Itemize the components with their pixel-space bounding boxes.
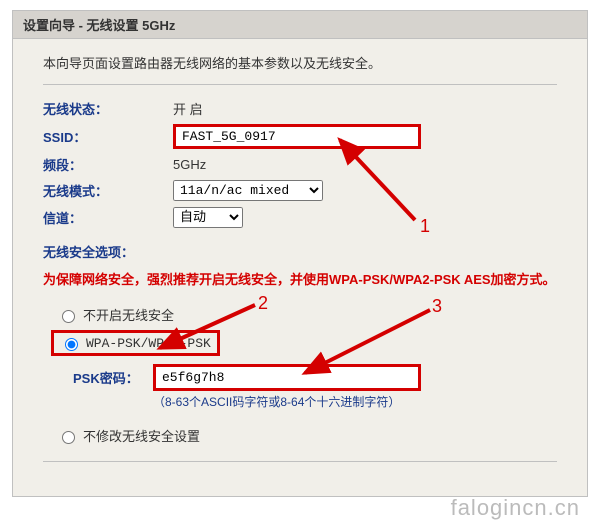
row-status: 无线状态： 开 启 [43,99,557,118]
annotation-1: 1 [420,216,430,237]
mode-label: 无线模式： [43,181,173,200]
psk-label: PSK密码： [73,368,153,387]
radio-row-keep[interactable]: 不修改无线安全设置 [57,426,557,445]
wpa-highlight-box: WPA-PSK/WPA2-PSK [51,330,220,356]
radio-keep[interactable] [62,431,75,444]
ssid-label: SSID： [43,127,173,146]
security-heading: 无线安全选项： [43,242,557,261]
radio-none-label: 不开启无线安全 [83,305,174,324]
status-value: 开 启 [173,99,353,118]
ssid-input[interactable] [173,124,421,149]
security-warning: 为保障网络安全，强烈推荐开启无线安全，并使用WPA-PSK/WPA2-PSK A… [43,269,557,291]
mode-select[interactable]: 11a/n/ac mixed [173,180,323,201]
psk-hint: （8-63个ASCII码字符或8-64个十六进制字符） [153,393,557,412]
separator-top [43,84,557,85]
panel-body: 本向导页面设置路由器无线网络的基本参数以及无线安全。 无线状态： 开 启 SSI… [13,39,587,496]
row-band: 频段： 5GHz [43,155,557,174]
psk-input[interactable] [153,364,421,391]
radio-none[interactable] [62,310,75,323]
row-mode: 无线模式： 11a/n/ac mixed [43,180,557,201]
band-label: 频段： [43,155,173,174]
row-psk: PSK密码： [73,364,557,391]
radio-wpa[interactable] [65,338,78,351]
status-label: 无线状态： [43,99,173,118]
radio-row-none[interactable]: 不开启无线安全 [57,305,557,324]
annotation-2: 2 [258,293,268,314]
radio-row-wpa[interactable]: WPA-PSK/WPA2-PSK [51,330,557,356]
intro-text: 本向导页面设置路由器无线网络的基本参数以及无线安全。 [43,53,557,72]
panel-title: 设置向导 - 无线设置 5GHz [13,11,587,39]
watermark-text: falogincn.cn [451,495,580,521]
row-ssid: SSID： [43,124,557,149]
channel-label: 信道： [43,208,173,227]
annotation-3: 3 [432,296,442,317]
channel-select[interactable]: 自动 [173,207,243,228]
separator-bottom [43,461,557,462]
radio-keep-label: 不修改无线安全设置 [83,426,200,445]
row-channel: 信道： 自动 [43,207,557,228]
wizard-panel: 设置向导 - 无线设置 5GHz 本向导页面设置路由器无线网络的基本参数以及无线… [12,10,588,497]
band-value: 5GHz [173,157,353,172]
radio-wpa-label: WPA-PSK/WPA2-PSK [86,336,211,351]
